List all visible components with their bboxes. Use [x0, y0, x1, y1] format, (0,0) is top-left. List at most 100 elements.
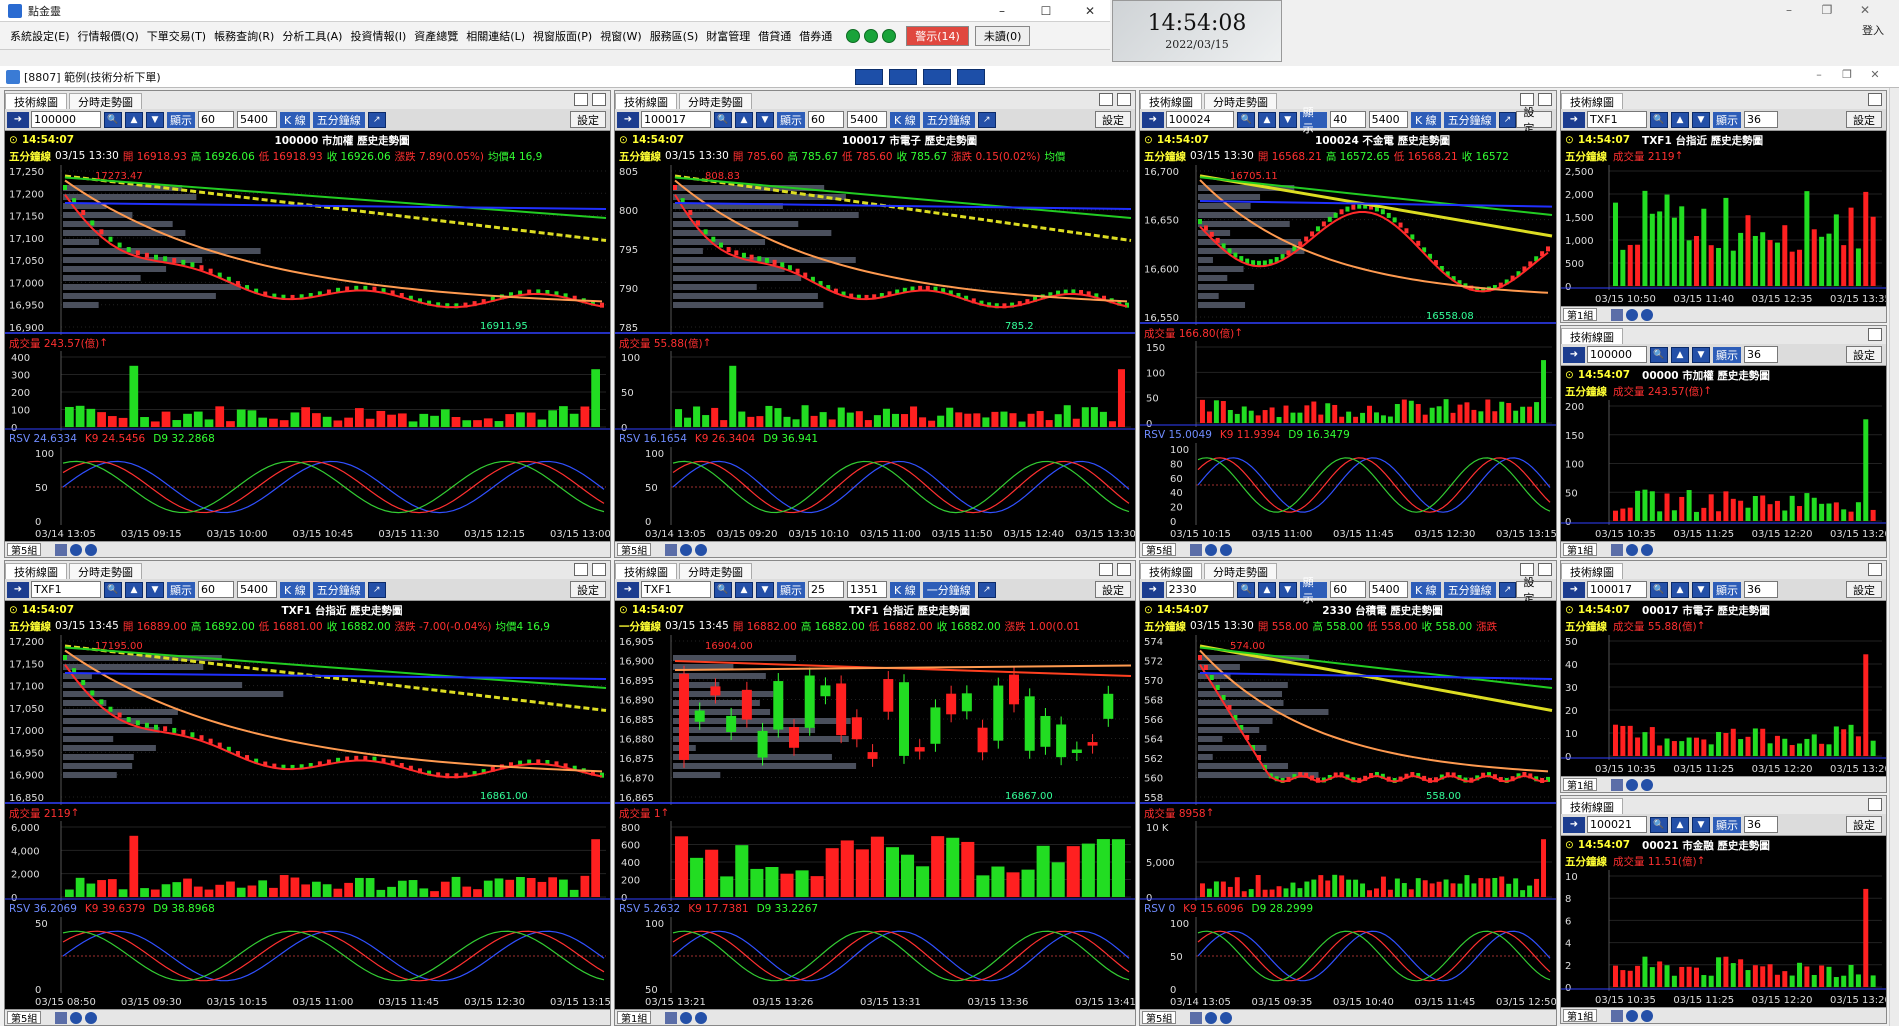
tab-tech[interactable]: 技術線圖 — [615, 563, 677, 579]
tab-tech[interactable]: 技術線圖 — [1561, 563, 1623, 579]
price-chart[interactable]: 16,700 16,650 16,600 16,550 16705.11 16558.08 — [1140, 165, 1556, 325]
symbol-input[interactable]: 100021 — [1587, 816, 1647, 833]
down-arrow-icon[interactable]: ▼ — [1692, 346, 1710, 363]
settings-button[interactable]: 設定 — [1516, 576, 1553, 605]
period-select[interactable]: 五分鐘線 — [1443, 111, 1496, 128]
link-arrow-icon[interactable]: ➜ — [7, 581, 29, 598]
total-input[interactable]: 1351 — [847, 581, 887, 598]
group-select[interactable]: 第1組 — [1563, 543, 1598, 557]
period-select[interactable]: 五分鐘線 — [312, 581, 365, 598]
draw-tool-icon[interactable]: ↗ — [977, 111, 996, 128]
search-icon[interactable]: 🔍 — [714, 581, 732, 598]
volume-chart[interactable]: 100 50 0 — [615, 351, 1135, 431]
menu-links[interactable]: 相關連結(L) — [462, 28, 529, 44]
popout-icon[interactable] — [1868, 798, 1882, 811]
minimize-icon[interactable]: – — [980, 0, 1024, 22]
symbol-input[interactable]: 100024 — [1165, 111, 1235, 128]
close-icon[interactable]: ✕ — [1846, 0, 1884, 20]
minimize-icon[interactable]: – — [1770, 0, 1808, 20]
volume-chart[interactable]: 400 300 200 100 0 — [5, 351, 610, 431]
kd-chart[interactable]: 100 50 0 — [615, 447, 1135, 527]
zoom-in-icon[interactable] — [1626, 778, 1639, 791]
symbol-input[interactable]: 100017 — [641, 111, 711, 128]
right-scroll-strip[interactable] — [1889, 88, 1899, 1026]
up-arrow-icon[interactable]: ▲ — [735, 111, 753, 128]
tab-tech[interactable]: 技術線圖 — [1561, 328, 1623, 344]
price-chart[interactable]: 17,250 17,200 17,150 17,100 17,050 17,000 16,9… — [5, 165, 610, 335]
draw-tool-icon[interactable]: ↗ — [367, 581, 386, 598]
tab-tech[interactable]: 技術線圖 — [1561, 93, 1623, 109]
zoom-out-icon[interactable] — [1641, 308, 1654, 321]
settings-button[interactable]: 設定 — [1846, 346, 1882, 363]
kline-select[interactable]: K 線 — [280, 581, 310, 598]
popout-icon[interactable] — [1117, 93, 1131, 106]
period-select[interactable]: 五分鐘線 — [922, 111, 975, 128]
volume-chart[interactable]: 800 600 400 200 0 — [615, 821, 1135, 901]
tab-hist[interactable]: 分時走勢圖 — [1204, 93, 1277, 109]
zoom-in-icon[interactable] — [1205, 543, 1218, 556]
draw-tool-icon[interactable]: ↗ — [1498, 581, 1517, 598]
link-arrow-icon[interactable]: ➜ — [1563, 581, 1585, 598]
search-icon[interactable]: 🔍 — [1650, 111, 1668, 128]
count-input[interactable]: 60 — [808, 111, 844, 128]
down-arrow-icon[interactable]: ▼ — [1692, 816, 1710, 833]
symbol-input[interactable]: TXF1 — [1587, 111, 1647, 128]
down-arrow-icon[interactable]: ▼ — [1278, 111, 1297, 128]
popout-icon[interactable] — [1868, 328, 1882, 341]
count-input[interactable]: 36 — [1744, 346, 1778, 363]
alarm-button[interactable]: 警示(14) — [906, 25, 969, 46]
tab-tech[interactable]: 技術線圖 — [1140, 563, 1202, 579]
symbol-input[interactable]: 100017 — [1587, 581, 1647, 598]
grid-icon[interactable] — [55, 1011, 68, 1024]
unread-button[interactable]: 未讀(0) — [974, 25, 1031, 46]
kd-chart[interactable]: 50 0 — [5, 917, 610, 995]
price-chart[interactable]: 17,200 17,150 17,100 17,050 17,000 16,950 16,9… — [5, 635, 610, 805]
search-icon[interactable]: 🔍 — [1650, 346, 1668, 363]
minimize-icon[interactable]: – — [1805, 68, 1833, 81]
count-input[interactable]: 60 — [198, 111, 234, 128]
grid-icon[interactable] — [1611, 778, 1624, 791]
kline-select[interactable]: K 線 — [1410, 581, 1441, 598]
restore-icon[interactable]: ❐ — [1808, 0, 1846, 20]
group-select[interactable]: 第5組 — [1142, 1011, 1177, 1025]
detach-icon[interactable] — [574, 563, 588, 576]
menu-service[interactable]: 服務區(S) — [646, 28, 703, 44]
link-arrow-icon[interactable]: ➜ — [1142, 581, 1164, 598]
detach-icon[interactable] — [1099, 93, 1113, 106]
link-arrow-icon[interactable]: ➜ — [1142, 111, 1164, 128]
search-icon[interactable]: 🔍 — [104, 581, 122, 598]
settings-button[interactable]: 設定 — [570, 581, 606, 598]
up-arrow-icon[interactable]: ▲ — [125, 111, 143, 128]
search-icon[interactable]: 🔍 — [714, 111, 732, 128]
period-select[interactable]: 五分鐘線 — [1443, 581, 1496, 598]
count-input[interactable]: 36 — [1744, 816, 1778, 833]
zoom-out-icon[interactable] — [1220, 1011, 1233, 1024]
draw-tool-icon[interactable]: ↗ — [977, 581, 996, 598]
down-arrow-icon[interactable]: ▼ — [1278, 581, 1297, 598]
grid-icon[interactable] — [665, 1011, 678, 1024]
kline-select[interactable]: K 線 — [1410, 111, 1441, 128]
count-input[interactable]: 36 — [1744, 111, 1778, 128]
zoom-in-icon[interactable] — [1626, 543, 1639, 556]
menu-info[interactable]: 投資情報(I) — [346, 28, 410, 44]
group-select[interactable]: 第5組 — [617, 543, 652, 557]
tab-tech[interactable]: 技術線圖 — [615, 93, 677, 109]
popout-icon[interactable] — [1868, 93, 1882, 106]
link-arrow-icon[interactable]: ➜ — [1563, 346, 1585, 363]
link-arrow-icon[interactable]: ➜ — [617, 111, 639, 128]
zoom-out-icon[interactable] — [85, 543, 98, 556]
tab-tech[interactable]: 技術線圖 — [5, 93, 67, 109]
symbol-input[interactable]: TXF1 — [641, 581, 711, 598]
link-arrow-icon[interactable]: ➜ — [1563, 111, 1585, 128]
count-input[interactable]: 25 — [808, 581, 844, 598]
price-chart[interactable]: 805 800 795 790 785 808.83 785.2 — [615, 165, 1135, 335]
settings-button[interactable]: 設定 — [1846, 581, 1882, 598]
settings-button[interactable]: 設定 — [1846, 816, 1882, 833]
restore-icon[interactable]: ❐ — [1833, 68, 1861, 81]
count-input[interactable]: 40 — [1330, 111, 1366, 128]
popout-icon[interactable] — [592, 563, 606, 576]
group-select[interactable]: 第1組 — [1563, 1009, 1598, 1023]
zoom-out-icon[interactable] — [695, 543, 708, 556]
total-input[interactable]: 5400 — [1368, 581, 1408, 598]
up-arrow-icon[interactable]: ▲ — [735, 581, 753, 598]
